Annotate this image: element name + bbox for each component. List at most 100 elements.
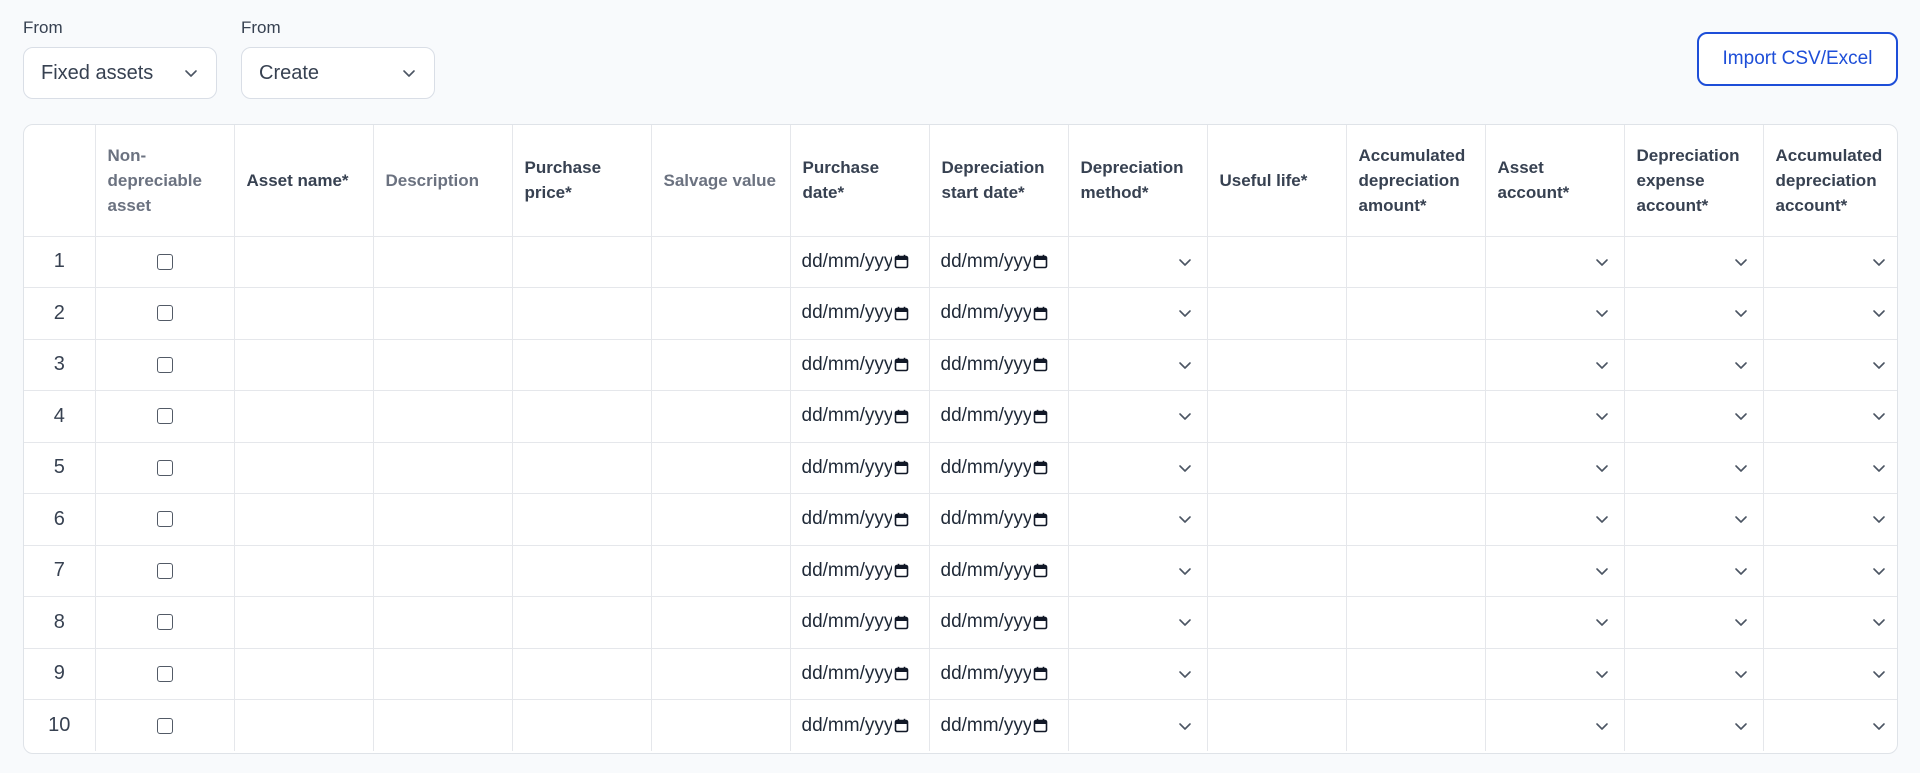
cell-accumulated-depreciation-account[interactable] xyxy=(1763,339,1898,391)
asset-account-select[interactable] xyxy=(1486,305,1624,321)
cell-asset-account[interactable] xyxy=(1485,545,1625,597)
cell-depreciation-method[interactable] xyxy=(1068,596,1208,649)
depreciation-method-select[interactable] xyxy=(1069,614,1207,630)
cell-salvage-value[interactable] xyxy=(651,493,791,546)
cell-asset-account[interactable] xyxy=(1485,287,1625,340)
cell-accumulated-depreciation-amount[interactable] xyxy=(1346,596,1486,649)
non-depreciable-checkbox[interactable] xyxy=(156,562,173,579)
cell-purchase-price[interactable] xyxy=(512,545,652,597)
asset-account-select[interactable] xyxy=(1486,408,1624,424)
cell-accumulated-depreciation-account[interactable] xyxy=(1763,442,1898,494)
depreciation-expense-account-select[interactable] xyxy=(1625,563,1763,579)
cell-depreciation-expense-account[interactable] xyxy=(1624,493,1764,546)
accumulated-depreciation-account-select[interactable] xyxy=(1764,511,1898,527)
cell-asset-name[interactable] xyxy=(234,545,374,597)
cell-purchase-date[interactable]: dd/mm/yyyy xyxy=(790,442,930,494)
cell-depreciation-expense-account[interactable] xyxy=(1624,287,1764,340)
depreciation-method-select[interactable] xyxy=(1069,408,1207,424)
depreciation-start-date-input[interactable]: dd/mm/yyyy xyxy=(930,354,1068,376)
cell-purchase-price[interactable] xyxy=(512,648,652,700)
cell-depreciation-expense-account[interactable] xyxy=(1624,699,1764,751)
cell-purchase-date[interactable]: dd/mm/yyyy xyxy=(790,493,930,546)
depreciation-expense-account-select[interactable] xyxy=(1625,718,1763,734)
cell-useful-life[interactable] xyxy=(1207,699,1347,751)
depreciation-start-date-input[interactable]: dd/mm/yyyy xyxy=(930,715,1068,737)
cell-depreciation-method[interactable] xyxy=(1068,236,1208,288)
cell-asset-account[interactable] xyxy=(1485,648,1625,700)
accumulated-depreciation-account-select[interactable] xyxy=(1764,357,1898,373)
depreciation-expense-account-select[interactable] xyxy=(1625,460,1763,476)
cell-asset-account[interactable] xyxy=(1485,442,1625,494)
depreciation-start-date-input[interactable]: dd/mm/yyyy xyxy=(930,251,1068,273)
cell-purchase-date[interactable]: dd/mm/yyyy xyxy=(790,699,930,751)
cell-accumulated-depreciation-amount[interactable] xyxy=(1346,493,1486,546)
accumulated-depreciation-account-select[interactable] xyxy=(1764,666,1898,682)
calendar-icon[interactable] xyxy=(894,666,909,681)
cell-purchase-price[interactable] xyxy=(512,390,652,443)
depreciation-start-date-input[interactable]: dd/mm/yyyy xyxy=(930,405,1068,427)
cell-salvage-value[interactable] xyxy=(651,442,791,494)
calendar-icon[interactable] xyxy=(1033,512,1048,527)
cell-purchase-date[interactable]: dd/mm/yyyy xyxy=(790,287,930,340)
cell-purchase-date[interactable]: dd/mm/yyyy xyxy=(790,390,930,443)
calendar-icon[interactable] xyxy=(894,615,909,630)
cell-accumulated-depreciation-amount[interactable] xyxy=(1346,699,1486,751)
depreciation-expense-account-select[interactable] xyxy=(1625,357,1763,373)
cell-depreciation-expense-account[interactable] xyxy=(1624,339,1764,391)
asset-account-select[interactable] xyxy=(1486,666,1624,682)
accumulated-depreciation-account-select[interactable] xyxy=(1764,563,1898,579)
non-depreciable-checkbox[interactable] xyxy=(156,459,173,476)
calendar-icon[interactable] xyxy=(1033,409,1048,424)
non-depreciable-checkbox[interactable] xyxy=(156,665,173,682)
cell-asset-name[interactable] xyxy=(234,493,374,546)
cell-purchase-date[interactable]: dd/mm/yyyy xyxy=(790,339,930,391)
cell-asset-name[interactable] xyxy=(234,287,374,340)
cell-description[interactable] xyxy=(373,390,513,443)
cell-accumulated-depreciation-account[interactable] xyxy=(1763,287,1898,340)
depreciation-expense-account-select[interactable] xyxy=(1625,511,1763,527)
cell-depreciation-method[interactable] xyxy=(1068,699,1208,751)
cell-useful-life[interactable] xyxy=(1207,236,1347,288)
cell-salvage-value[interactable] xyxy=(651,699,791,751)
calendar-icon[interactable] xyxy=(1033,615,1048,630)
depreciation-expense-account-select[interactable] xyxy=(1625,305,1763,321)
accumulated-depreciation-account-select[interactable] xyxy=(1764,254,1898,270)
accumulated-depreciation-account-select[interactable] xyxy=(1764,460,1898,476)
cell-accumulated-depreciation-account[interactable] xyxy=(1763,390,1898,443)
cell-description[interactable] xyxy=(373,236,513,288)
cell-asset-account[interactable] xyxy=(1485,596,1625,649)
purchase-date-input[interactable]: dd/mm/yyyy xyxy=(791,405,929,427)
accumulated-depreciation-account-select[interactable] xyxy=(1764,305,1898,321)
cell-useful-life[interactable] xyxy=(1207,493,1347,546)
cell-asset-name[interactable] xyxy=(234,596,374,649)
cell-purchase-price[interactable] xyxy=(512,236,652,288)
non-depreciable-checkbox[interactable] xyxy=(156,511,173,528)
cell-accumulated-depreciation-account[interactable] xyxy=(1763,545,1898,597)
accumulated-depreciation-account-select[interactable] xyxy=(1764,614,1898,630)
non-depreciable-checkbox[interactable] xyxy=(156,305,173,322)
cell-accumulated-depreciation-account[interactable] xyxy=(1763,596,1898,649)
cell-depreciation-method[interactable] xyxy=(1068,287,1208,340)
depreciation-method-select[interactable] xyxy=(1069,563,1207,579)
calendar-icon[interactable] xyxy=(894,512,909,527)
cell-accumulated-depreciation-amount[interactable] xyxy=(1346,442,1486,494)
cell-useful-life[interactable] xyxy=(1207,287,1347,340)
asset-account-select[interactable] xyxy=(1486,563,1624,579)
cell-asset-name[interactable] xyxy=(234,339,374,391)
module-select[interactable]: Fixed assets xyxy=(23,47,217,99)
depreciation-method-select[interactable] xyxy=(1069,357,1207,373)
cell-asset-account[interactable] xyxy=(1485,236,1625,288)
cell-purchase-price[interactable] xyxy=(512,339,652,391)
cell-accumulated-depreciation-account[interactable] xyxy=(1763,700,1897,752)
depreciation-method-select[interactable] xyxy=(1069,666,1207,682)
purchase-date-input[interactable]: dd/mm/yyyy xyxy=(791,251,929,273)
purchase-date-input[interactable]: dd/mm/yyyy xyxy=(791,715,929,737)
calendar-icon[interactable] xyxy=(894,718,909,733)
calendar-icon[interactable] xyxy=(894,254,909,269)
cell-depreciation-method[interactable] xyxy=(1068,545,1208,597)
accumulated-depreciation-account-select[interactable] xyxy=(1764,408,1898,424)
cell-depreciation-start-date[interactable]: dd/mm/yyyy xyxy=(929,287,1069,340)
cell-useful-life[interactable] xyxy=(1207,390,1347,443)
cell-description[interactable] xyxy=(373,699,513,751)
cell-depreciation-start-date[interactable]: dd/mm/yyyy xyxy=(929,339,1069,391)
